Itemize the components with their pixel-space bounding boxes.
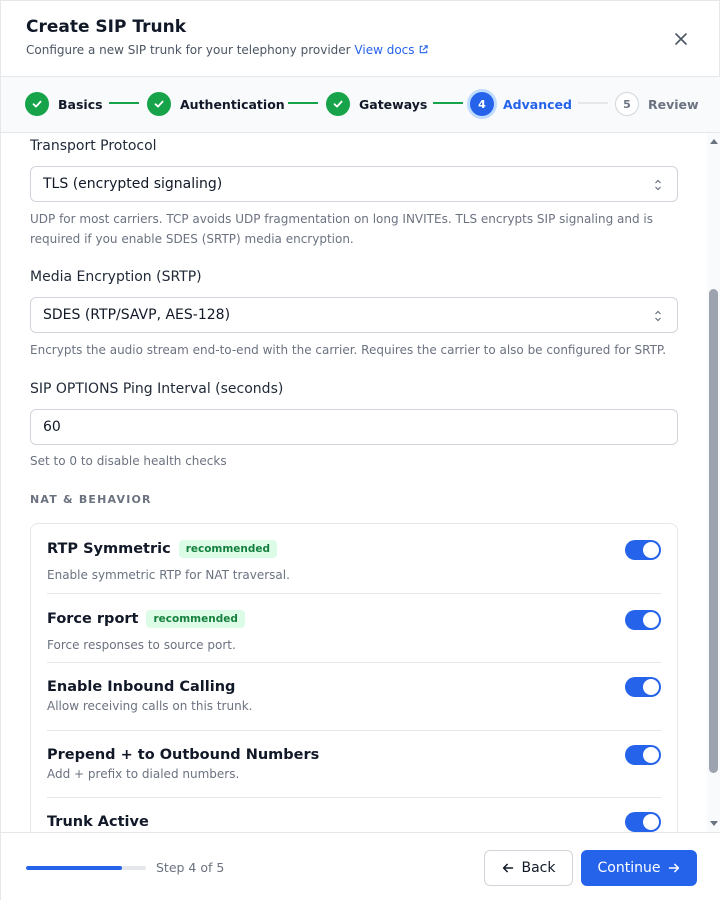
- setting-description: Enable symmetric RTP for NAT traversal.: [47, 568, 290, 582]
- close-icon: [675, 33, 687, 45]
- select-value: SDES (RTP/SAVP, AES-128): [43, 307, 231, 323]
- row-divider: [47, 797, 661, 798]
- setting-title: Trunk Active: [47, 814, 149, 830]
- step-connector: [433, 102, 463, 104]
- media-encryption-label: Media Encryption (SRTP): [30, 269, 202, 285]
- step-label: Authentication: [180, 96, 285, 112]
- content-scrollbar[interactable]: [707, 133, 720, 832]
- toggle-knob: [643, 747, 659, 763]
- step-number: 5: [615, 92, 639, 116]
- step-label: Advanced: [503, 96, 572, 112]
- external-link-icon: [419, 45, 428, 54]
- transport-protocol-select[interactable]: TLS (encrypted signaling): [30, 166, 678, 202]
- setting-title-text: RTP Symmetric: [47, 541, 171, 557]
- step-label: Gateways: [359, 96, 428, 112]
- dialog-title: Create SIP Trunk: [26, 17, 187, 37]
- step-connector: [109, 102, 139, 104]
- setting-description: Add + prefix to dialed numbers.: [47, 767, 240, 781]
- setting-description: Allow receiving calls on this trunk.: [47, 699, 253, 713]
- setting-description: Force responses to source port.: [47, 638, 236, 652]
- dialog-footer: Step 4 of 5 Back Continue: [1, 832, 720, 900]
- chevron-up-down-icon: [655, 310, 661, 322]
- step-label: Review: [648, 96, 699, 112]
- step-advanced[interactable]: 4 Advanced: [470, 91, 572, 117]
- dialog-header: Create SIP Trunk Configure a new SIP tru…: [1, 1, 720, 77]
- arrow-right-icon: [669, 863, 680, 873]
- ping-interval-label: SIP OPTIONS Ping Interval (seconds): [30, 381, 284, 397]
- inbound-calling-toggle[interactable]: [625, 677, 661, 697]
- continue-button[interactable]: Continue: [581, 850, 697, 886]
- chevron-up-down-icon: [655, 179, 661, 191]
- step-gateways[interactable]: Gateways: [326, 91, 427, 117]
- row-divider: [47, 662, 661, 663]
- scroll-down-arrow-icon[interactable]: [710, 821, 718, 826]
- media-encryption-select[interactable]: SDES (RTP/SAVP, AES-128): [30, 297, 678, 333]
- step-connector: [288, 102, 318, 104]
- setting-title-text: Trunk Active: [47, 814, 149, 830]
- check-icon: [25, 92, 49, 116]
- scroll-up-arrow-icon[interactable]: [710, 139, 718, 144]
- recommended-badge: recommended: [146, 610, 245, 628]
- arrow-left-icon: [502, 863, 513, 873]
- input-value: 60: [43, 419, 61, 435]
- toggle-knob: [643, 612, 659, 628]
- transport-protocol-label: Transport Protocol: [30, 138, 157, 154]
- media-encryption-help: Encrypts the audio stream end-to-end wit…: [30, 343, 667, 357]
- setting-title-text: Prepend + to Outbound Numbers: [47, 747, 320, 763]
- trunk-active-toggle[interactable]: [625, 812, 661, 832]
- setting-title-text: Enable Inbound Calling: [47, 679, 236, 695]
- step-counter: Step 4 of 5: [156, 860, 225, 875]
- nat-behavior-panel: RTP Symmetric recommended Enable symmetr…: [30, 523, 678, 832]
- ping-interval-help: Set to 0 to disable health checks: [30, 454, 227, 468]
- select-value: TLS (encrypted signaling): [43, 176, 223, 192]
- setting-title: Enable Inbound Calling: [47, 679, 235, 695]
- force-rport-toggle[interactable]: [625, 610, 661, 630]
- step-label: Basics: [58, 96, 103, 112]
- check-icon: [147, 92, 171, 116]
- prepend-plus-toggle[interactable]: [625, 745, 661, 765]
- setting-title: RTP Symmetric recommended: [47, 540, 278, 558]
- step-number: 4: [470, 92, 494, 116]
- create-sip-trunk-dialog: Create SIP Trunk Configure a new SIP tru…: [0, 0, 720, 900]
- subtitle-text: Configure a new SIP trunk for your telep…: [26, 43, 351, 57]
- ping-interval-input[interactable]: 60: [30, 409, 678, 445]
- step-connector: [578, 102, 608, 104]
- setting-title: Prepend + to Outbound Numbers: [47, 747, 319, 763]
- nat-behavior-heading: NAT & BEHAVIOR: [30, 493, 152, 506]
- view-docs-link[interactable]: View docs: [354, 43, 428, 57]
- dialog-subtitle: Configure a new SIP trunk for your telep…: [26, 43, 429, 57]
- view-docs-label: View docs: [354, 43, 415, 57]
- setting-title-text: Force rport: [47, 611, 139, 627]
- scrollbar-thumb[interactable]: [709, 289, 718, 773]
- toggle-knob: [643, 814, 659, 830]
- recommended-badge: recommended: [178, 540, 278, 558]
- back-button[interactable]: Back: [484, 850, 573, 886]
- setting-title: Force rport recommended: [47, 610, 245, 628]
- form-scroll-area[interactable]: Transport Protocol TLS (encrypted signal…: [1, 133, 720, 832]
- continue-label: Continue: [597, 860, 661, 876]
- wizard-progress-bar: [26, 866, 146, 870]
- step-review[interactable]: 5 Review: [615, 91, 699, 117]
- wizard-stepper: Basics Authentication Gateways 4 Advance…: [1, 77, 720, 133]
- row-divider: [47, 593, 661, 594]
- step-authentication[interactable]: Authentication: [147, 91, 285, 117]
- check-icon: [326, 92, 350, 116]
- transport-protocol-help: UDP for most carriers. TCP avoids UDP fr…: [30, 212, 653, 246]
- row-divider: [47, 730, 661, 731]
- toggle-knob: [643, 542, 659, 558]
- toggle-knob: [643, 679, 659, 695]
- step-basics[interactable]: Basics: [25, 91, 103, 117]
- back-label: Back: [521, 860, 556, 876]
- rtp-symmetric-toggle[interactable]: [625, 540, 661, 560]
- progress-fill: [26, 866, 122, 870]
- close-button[interactable]: [669, 27, 693, 51]
